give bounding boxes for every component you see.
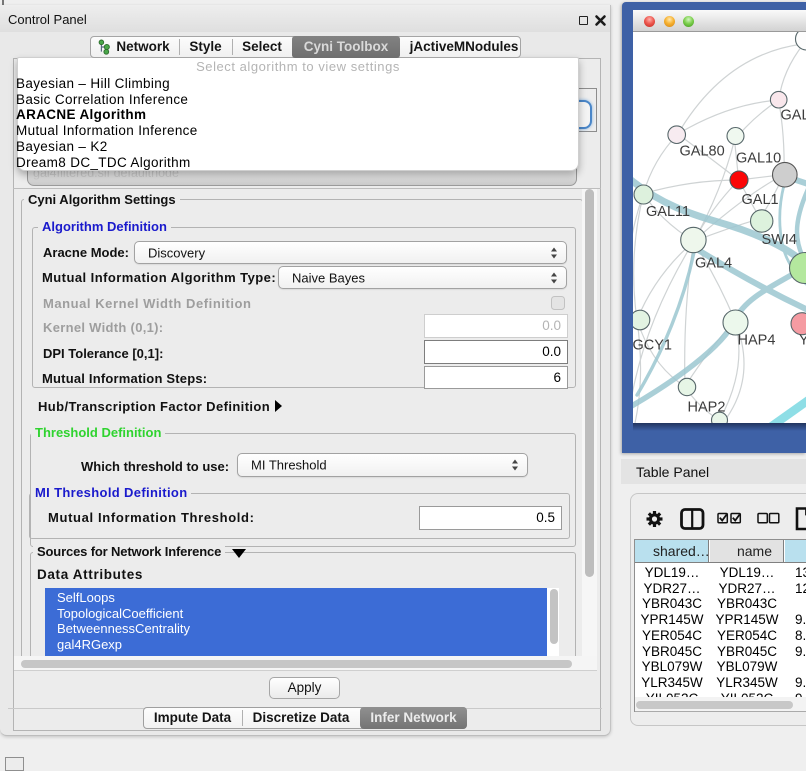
svg-text:GAL11: GAL11 <box>646 204 690 220</box>
svg-text:GAL80: GAL80 <box>680 144 725 160</box>
svg-text:HAP4: HAP4 <box>738 333 776 349</box>
svg-text:Y: Y <box>799 333 806 349</box>
svg-text:GCY1: GCY1 <box>633 338 672 354</box>
svg-text:SWI4: SWI4 <box>762 232 797 248</box>
svg-text:GAL: GAL <box>781 108 806 124</box>
svg-text:HAP2: HAP2 <box>688 400 726 416</box>
svg-text:GAL1: GAL1 <box>742 192 779 208</box>
svg-text:GAL10: GAL10 <box>736 151 781 167</box>
svg-text:GAL4: GAL4 <box>695 256 732 272</box>
